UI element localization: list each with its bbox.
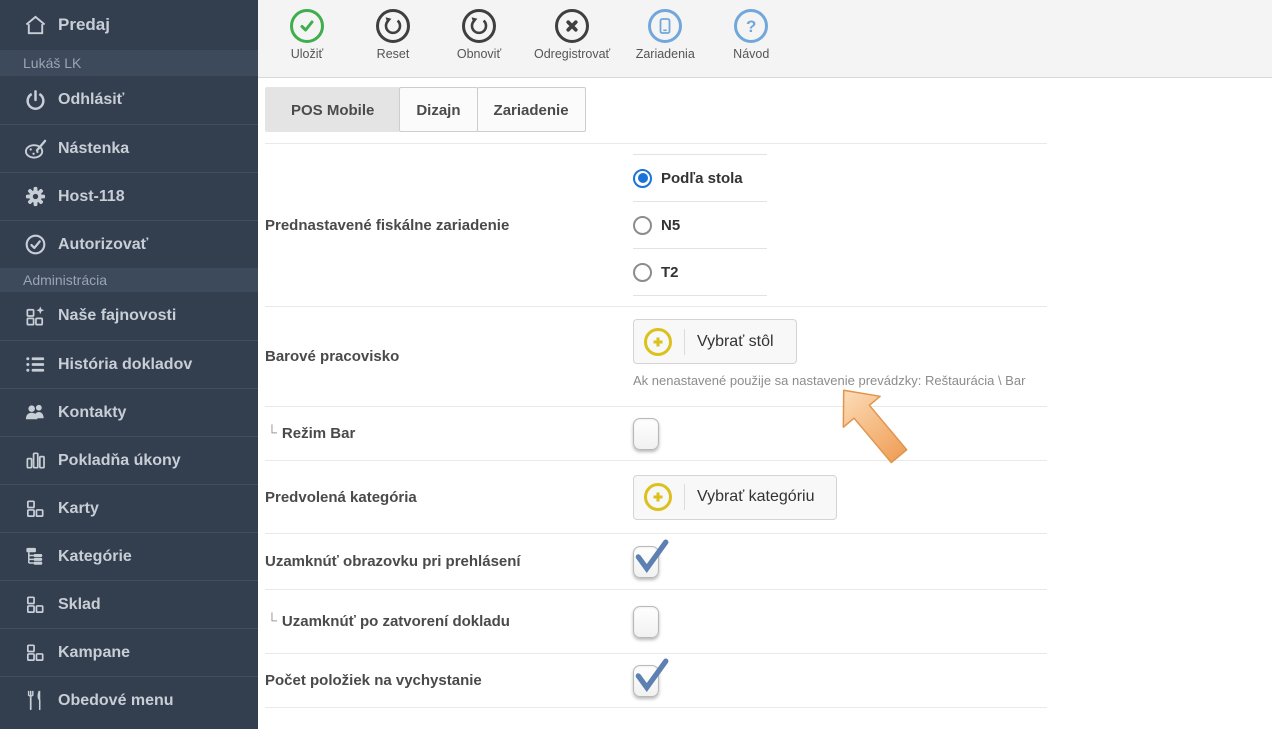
palette-icon xyxy=(22,137,48,160)
form-row-barove-pracovisko: Barové pracovisko Vybrať stôl Ak nenasta… xyxy=(265,306,1047,406)
device-icon xyxy=(648,9,682,43)
save-button[interactable]: Uložiť xyxy=(264,0,350,61)
sidebar-item-sklad[interactable]: Sklad xyxy=(0,580,258,628)
bar-chart-icon xyxy=(22,449,48,472)
settings-form: Prednastavené fiskálne zariadenie Podľa … xyxy=(265,143,1047,708)
tab-bar: POS Mobile Dizajn Zariadenie xyxy=(265,87,586,132)
blocks-icon xyxy=(22,641,48,664)
sidebar-item-label: Host-118 xyxy=(58,188,125,206)
radio-option-n5[interactable]: N5 xyxy=(633,201,767,248)
sidebar-item-host[interactable]: Host-118 xyxy=(0,172,258,220)
form-row-predvolena-kategoria: Predvolená kategória Vybrať kategóriu xyxy=(265,460,1047,533)
blocks-star-icon xyxy=(22,305,48,328)
refresh-icon xyxy=(376,9,410,43)
fiscal-device-radio-group: Podľa stola N5 T2 xyxy=(633,154,767,296)
rezim-bar-checkbox[interactable] xyxy=(633,418,659,450)
field-label: └ Režim Bar xyxy=(265,407,633,460)
sidebar-item-kategorie[interactable]: Kategórie xyxy=(0,532,258,580)
field-label: Počet položiek na vychystanie xyxy=(265,654,633,707)
sidebar-item-label: Autorizovať xyxy=(58,236,148,254)
sidebar-item-nase-fajnovosti[interactable]: Naše fajnovosti xyxy=(0,292,258,340)
plus-icon xyxy=(644,328,672,356)
sidebar-item-label: Predaj xyxy=(58,15,110,35)
sidebar-item-label: Nástenka xyxy=(58,140,129,158)
help-button[interactable]: ? Návod xyxy=(708,0,794,61)
x-circle-icon xyxy=(555,9,589,43)
blocks-icon xyxy=(22,593,48,616)
sidebar-item-label: Naše fajnovosti xyxy=(58,307,176,325)
field-label: Uzamknúť obrazovku pri prehlásení xyxy=(265,534,633,589)
button-divider xyxy=(684,329,685,355)
lock-after-close-checkbox[interactable] xyxy=(633,606,659,638)
sidebar-item-label: Pokladňa úkony xyxy=(58,452,181,470)
lock-screen-checkbox[interactable] xyxy=(633,546,659,578)
field-label: Barové pracovisko xyxy=(265,307,633,406)
home-icon xyxy=(22,14,48,37)
refresh-button[interactable]: Obnoviť xyxy=(436,0,522,61)
sidebar-item-label: Kampane xyxy=(58,644,130,662)
main-content: Uložiť Reset Obnoviť Odregistrovať xyxy=(258,0,1272,729)
toolbar: Uložiť Reset Obnoviť Odregistrovať xyxy=(258,0,1272,78)
sidebar-section-administracia: Administrácia xyxy=(0,268,258,292)
form-row-fiscal-device: Prednastavené fiskálne zariadenie Podľa … xyxy=(265,143,1047,306)
sidebar-item-label: Karty xyxy=(58,500,99,518)
plus-icon xyxy=(644,483,672,511)
tab-zariadenie[interactable]: Zariadenie xyxy=(477,87,586,132)
sidebar-item-odhlasit[interactable]: Odhlásiť xyxy=(0,76,258,124)
field-label: └ Uzamknúť po zatvorení dokladu xyxy=(265,590,633,653)
gear-icon xyxy=(22,185,48,208)
sidebar-item-label: Odhlásiť xyxy=(58,91,124,109)
button-divider xyxy=(684,484,685,510)
power-icon xyxy=(22,89,48,112)
question-icon: ? xyxy=(734,9,768,43)
reset-button[interactable]: Reset xyxy=(350,0,436,61)
refresh-icon xyxy=(462,9,496,43)
select-table-button[interactable]: Vybrať stôl xyxy=(633,319,797,364)
blocks-icon xyxy=(22,497,48,520)
sidebar-item-autorizovat[interactable]: Autorizovať xyxy=(0,220,258,268)
form-row-uzamknut-po-zatvoreni: └ Uzamknúť po zatvorení dokladu xyxy=(265,589,1047,653)
sidebar-item-kontakty[interactable]: Kontakty xyxy=(0,388,258,436)
app-window: Predaj Lukáš LK Odhlásiť Nástenka Host-1… xyxy=(0,0,1272,729)
sidebar-user-label: Lukáš LK xyxy=(0,50,258,76)
radio-option-t2[interactable]: T2 xyxy=(633,248,767,296)
sidebar-item-label: Kontakty xyxy=(58,404,126,422)
sidebar: Predaj Lukáš LK Odhlásiť Nástenka Host-1… xyxy=(0,0,258,729)
select-category-button[interactable]: Vybrať kategóriu xyxy=(633,475,837,520)
sidebar-item-predaj[interactable]: Predaj xyxy=(0,0,258,50)
check-circle-icon xyxy=(22,233,48,256)
tab-dizajn[interactable]: Dizajn xyxy=(399,87,477,132)
radio-icon[interactable] xyxy=(633,216,652,235)
indent-glyph: └ xyxy=(267,612,277,628)
sidebar-item-label: Sklad xyxy=(58,596,101,614)
hint-text: Ak nenastavené použije sa nastavenie pre… xyxy=(633,373,1025,388)
field-label: Prednastavené fiskálne zariadenie xyxy=(265,144,633,306)
list-icon xyxy=(22,353,48,376)
people-icon xyxy=(22,401,48,424)
items-count-checkbox[interactable] xyxy=(633,665,659,697)
unregister-button[interactable]: Odregistrovať xyxy=(522,0,622,61)
indent-glyph: └ xyxy=(267,424,277,440)
save-check-icon xyxy=(290,9,324,43)
sidebar-item-label: História dokladov xyxy=(58,356,192,374)
tab-pos-mobile[interactable]: POS Mobile xyxy=(265,87,400,132)
form-row-pocet-poloziek: Počet položiek na vychystanie xyxy=(265,653,1047,708)
sidebar-item-label: Kategórie xyxy=(58,548,132,566)
radio-option-podla-stola[interactable]: Podľa stola xyxy=(633,154,767,201)
sidebar-item-nastenka[interactable]: Nástenka xyxy=(0,124,258,172)
devices-button[interactable]: Zariadenia xyxy=(622,0,708,61)
sidebar-item-kampane[interactable]: Kampane xyxy=(0,628,258,676)
sidebar-item-label: Obedové menu xyxy=(58,692,174,710)
cutlery-icon xyxy=(22,689,48,712)
form-row-rezim-bar: └ Režim Bar xyxy=(265,406,1047,460)
tree-icon xyxy=(22,545,48,568)
sidebar-item-pokladna-ukony[interactable]: Pokladňa úkony xyxy=(0,436,258,484)
radio-icon[interactable] xyxy=(633,169,652,188)
sidebar-item-historia-dokladov[interactable]: História dokladov xyxy=(0,340,258,388)
radio-icon[interactable] xyxy=(633,263,652,282)
field-label: Predvolená kategória xyxy=(265,461,633,533)
sidebar-item-karty[interactable]: Karty xyxy=(0,484,258,532)
sidebar-item-obedove-menu[interactable]: Obedové menu xyxy=(0,676,258,724)
form-row-uzamknut-obrazovku: Uzamknúť obrazovku pri prehlásení xyxy=(265,533,1047,589)
